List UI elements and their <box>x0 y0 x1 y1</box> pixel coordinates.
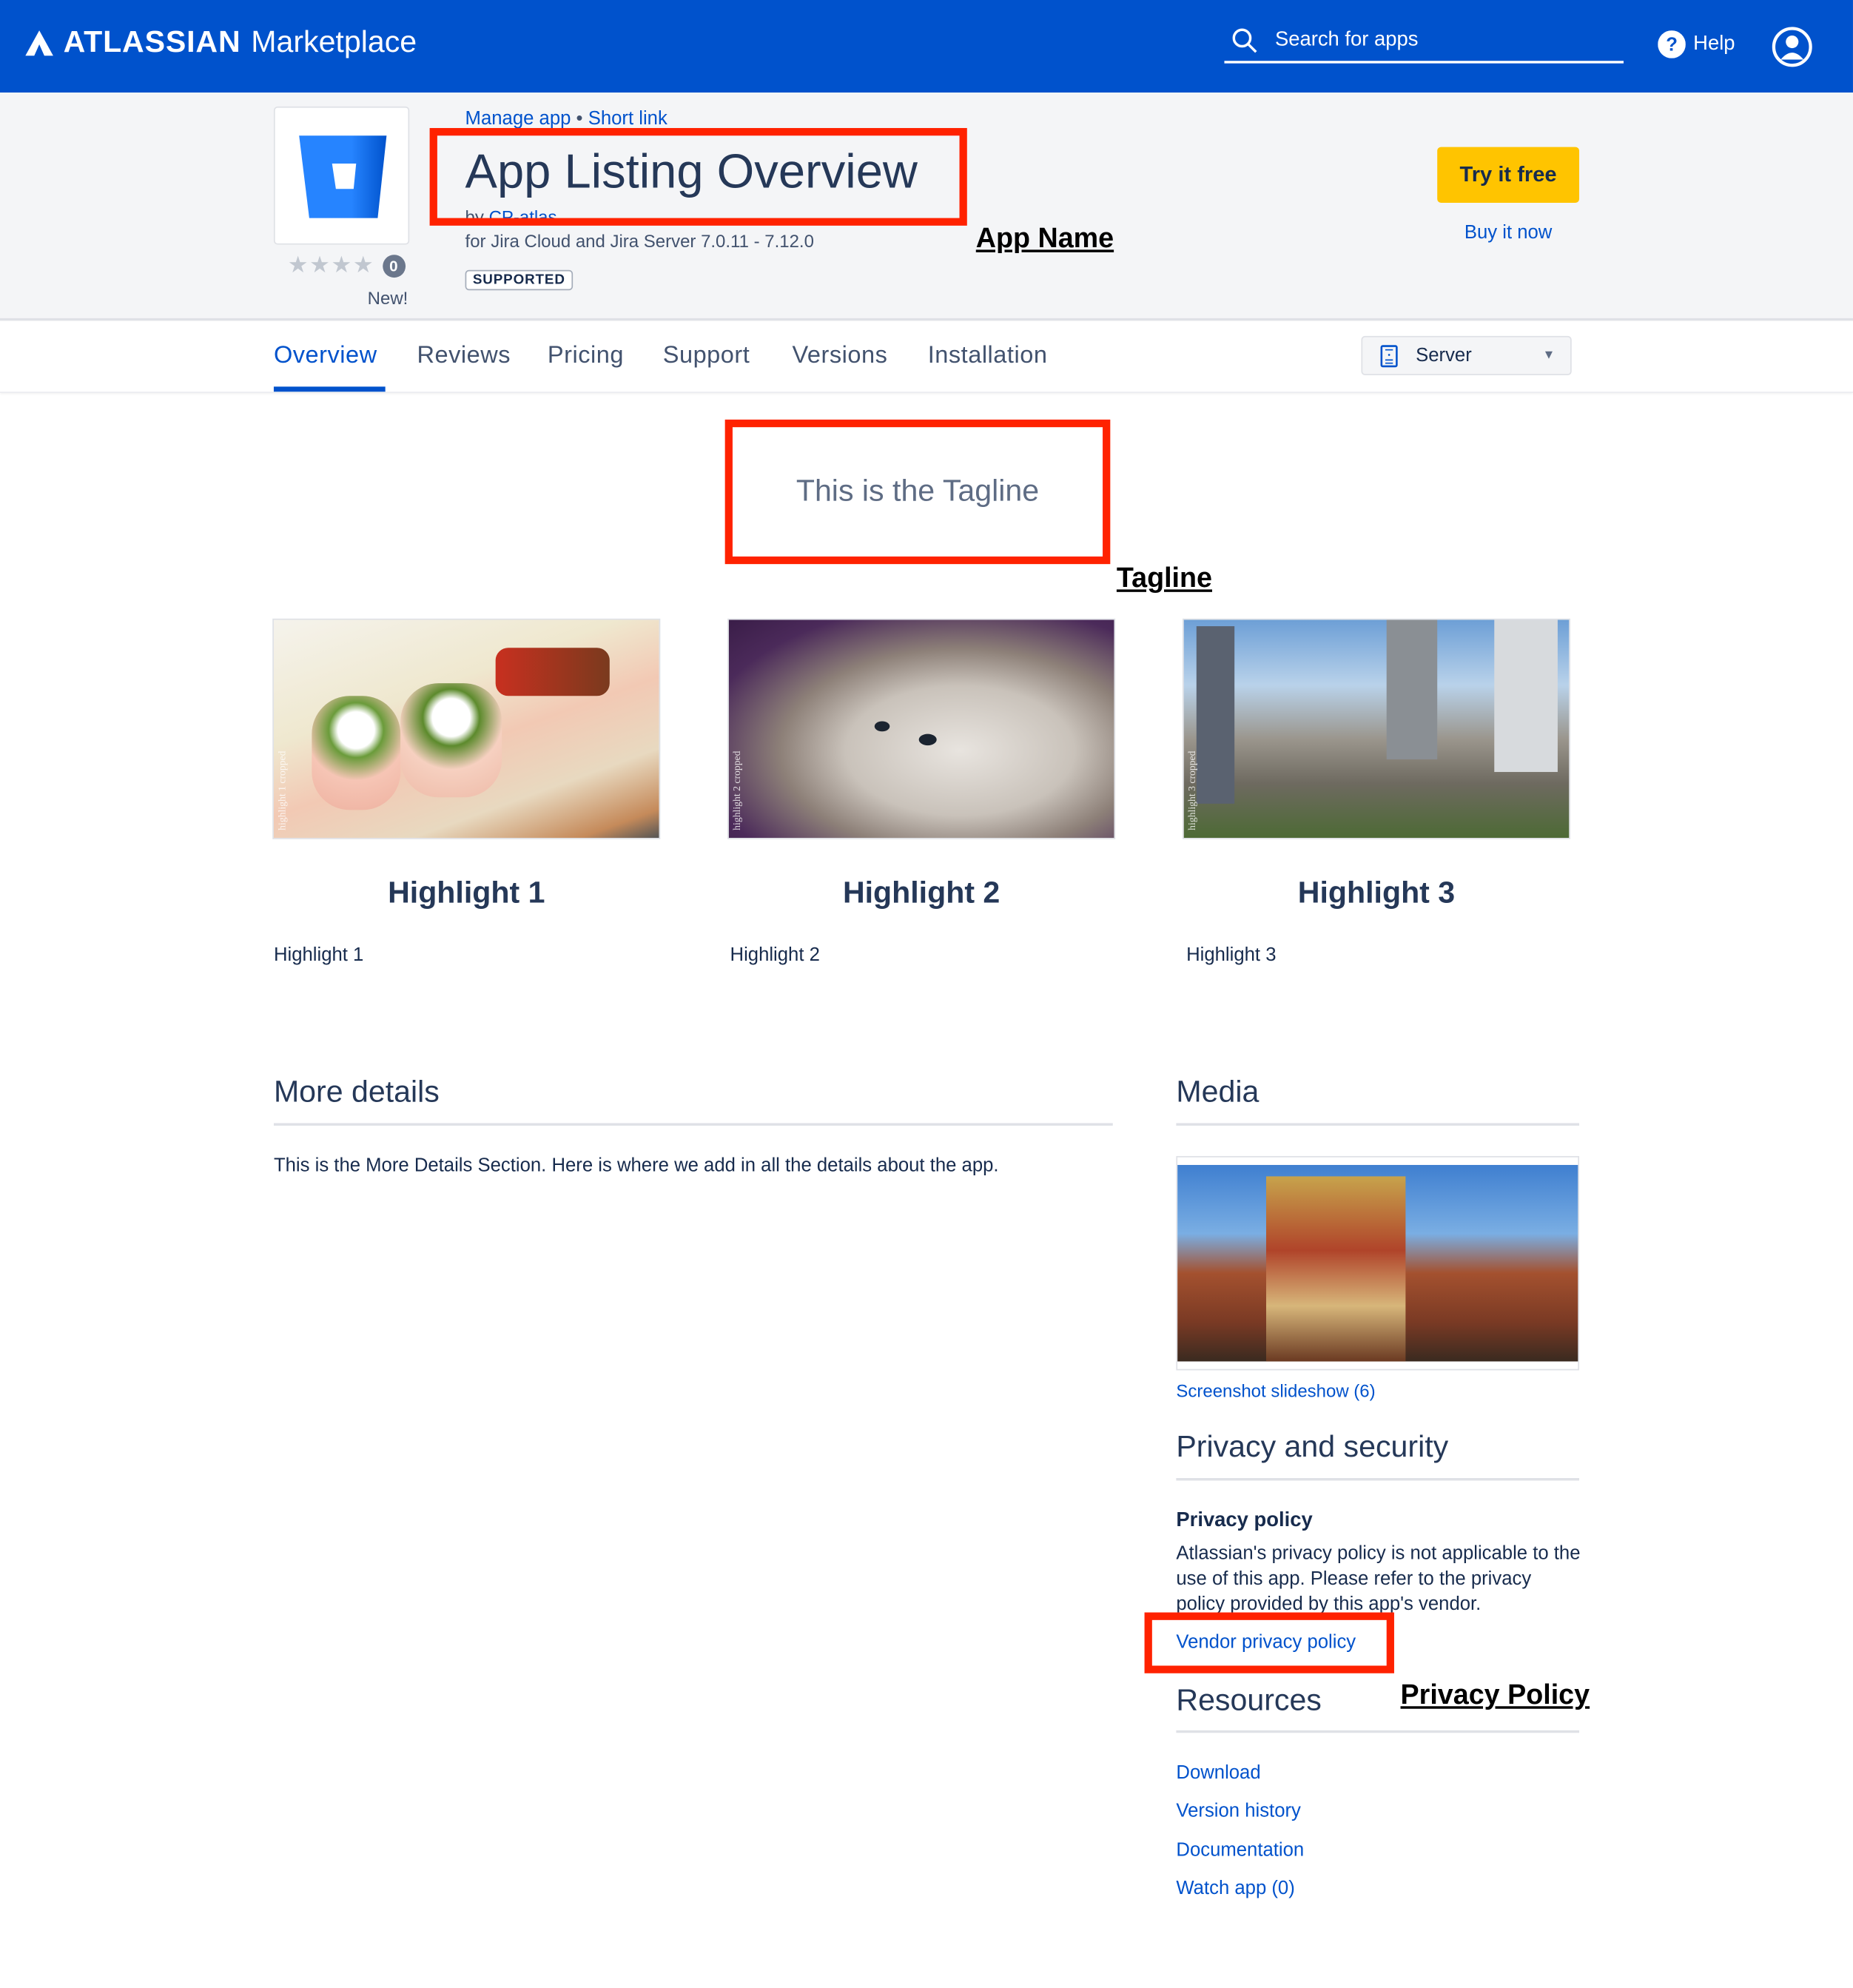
chevron-down-icon: ▼ <box>1542 348 1556 363</box>
highlight-2-text: Highlight 2 <box>730 944 820 967</box>
short-link[interactable]: Short link <box>588 108 667 130</box>
new-label: New! <box>367 287 408 309</box>
highlight-1-text: Highlight 1 <box>273 944 364 967</box>
try-it-free-button[interactable]: Try it free <box>1437 147 1580 204</box>
help-icon: ? <box>1658 30 1686 58</box>
cat-eye <box>918 733 937 746</box>
privacy-policy-subheading: Privacy policy <box>1176 1509 1313 1531</box>
divider <box>1176 1123 1580 1126</box>
roll <box>312 696 401 810</box>
stars-icon: ★★★★ <box>287 252 375 278</box>
tab-reviews[interactable]: Reviews <box>417 342 511 370</box>
hosting-select[interactable]: Server ▼ <box>1361 335 1572 375</box>
highlight-3-title: Highlight 3 <box>1297 876 1456 910</box>
separator: • <box>576 107 583 130</box>
help-button[interactable]: ? Help <box>1658 30 1735 58</box>
documentation-link[interactable]: Documentation <box>1176 1839 1304 1861</box>
tab-overview[interactable]: Overview <box>274 342 377 370</box>
app-name-highlight-box <box>429 127 967 226</box>
highlight-1-image[interactable]: highlight 1 cropped <box>272 618 661 839</box>
search-icon <box>1232 28 1257 53</box>
divider <box>1176 1730 1580 1733</box>
buy-it-now-link[interactable]: Buy it now <box>1437 222 1579 244</box>
highlight-3-image[interactable]: highlight 3 cropped <box>1182 618 1571 839</box>
media-screenshot[interactable] <box>1176 1155 1580 1371</box>
tab-pricing[interactable]: Pricing <box>548 342 624 370</box>
building <box>1265 1176 1406 1362</box>
tagline: This is the Tagline <box>724 419 1111 565</box>
atlassian-marketplace-logo[interactable]: ATLASSIAN Marketplace <box>25 25 417 61</box>
bitbucket-bucket-icon <box>299 135 387 218</box>
active-tab-indicator <box>273 386 386 392</box>
tab-versions[interactable]: Versions <box>792 342 887 370</box>
screenshot-slideshow-link[interactable]: Screenshot slideshow (6) <box>1176 1380 1375 1400</box>
download-link[interactable]: Download <box>1176 1762 1260 1784</box>
compatibility-text: for Jira Cloud and Jira Server 7.0.11 - … <box>465 230 814 252</box>
app-logo <box>273 106 410 245</box>
app-links: Manage app • Short link <box>465 108 667 130</box>
resources-heading: Resources <box>1176 1683 1322 1718</box>
building <box>1196 626 1235 804</box>
supported-badge: SUPPORTED <box>465 269 574 291</box>
manage-app-link[interactable]: Manage app <box>465 108 571 130</box>
highlight-3-text: Highlight 3 <box>1186 944 1277 967</box>
annotation-tagline: Tagline <box>1116 561 1213 594</box>
highlight-2-title: Highlight 2 <box>842 876 1001 910</box>
building <box>1494 619 1558 773</box>
media-heading: Media <box>1176 1075 1260 1109</box>
more-details-heading: More details <box>273 1075 440 1109</box>
version-history-link[interactable]: Version history <box>1176 1800 1301 1821</box>
tab-bar: Overview Reviews Pricing Support Version… <box>0 322 1853 393</box>
more-details-body: This is the More Details Section. Here i… <box>273 1155 999 1177</box>
atlassian-logo-icon <box>25 30 53 56</box>
cat-eye <box>874 721 890 732</box>
image-watermark: highlight 2 cropped <box>731 750 743 830</box>
tagline-text: This is the Tagline <box>796 474 1040 508</box>
help-label: Help <box>1693 33 1735 55</box>
annotation-privacy-policy: Privacy Policy <box>1400 1678 1590 1710</box>
brand-bold: ATLASSIAN <box>63 25 241 60</box>
vendor-privacy-policy-link[interactable]: Vendor privacy policy <box>1176 1631 1356 1653</box>
star-rating: ★★★★ 0 <box>288 252 406 279</box>
highlight-1-title: Highlight 1 <box>388 876 545 910</box>
server-icon <box>1380 344 1398 367</box>
hosting-select-value: Server <box>1416 344 1472 366</box>
user-avatar-icon[interactable] <box>1772 27 1812 67</box>
privacy-heading: Privacy and security <box>1176 1429 1449 1465</box>
building <box>1386 619 1438 759</box>
roll <box>400 683 502 798</box>
divider <box>1176 1478 1580 1481</box>
sauce-dish <box>495 648 610 696</box>
svg-text:?: ? <box>1666 35 1678 56</box>
privacy-body: Atlassian's privacy policy is not applic… <box>1176 1542 1581 1615</box>
search-placeholder: Search for apps <box>1274 29 1419 51</box>
watch-app-link[interactable]: Watch app (0) <box>1176 1878 1294 1899</box>
brand-name: Marketplace <box>251 25 417 60</box>
tab-installation[interactable]: Installation <box>928 342 1048 370</box>
review-count-badge: 0 <box>382 254 406 278</box>
image-watermark: highlight 1 cropped <box>276 750 288 830</box>
annotation-app-name: App Name <box>975 221 1114 254</box>
tab-support[interactable]: Support <box>663 342 750 370</box>
image-watermark: highlight 3 cropped <box>1186 750 1198 830</box>
divider <box>273 1123 1113 1126</box>
highlight-2-image[interactable]: highlight 2 cropped <box>727 618 1116 839</box>
search-input[interactable]: Search for apps <box>1224 20 1624 64</box>
